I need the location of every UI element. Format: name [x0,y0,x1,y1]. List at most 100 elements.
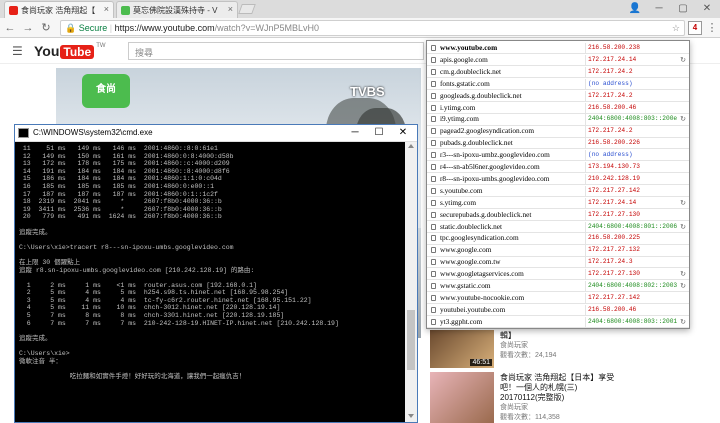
ipvfoo-address: 216.58.200.238 [588,44,640,51]
ipvfoo-row[interactable]: www.gstatic.com 2404:6800:4008:802::2003 ↻ [427,281,689,293]
ipvfoo-row[interactable]: pagead2.googlesyndication.com 172.217.24.… [427,126,689,138]
cmd-close-button[interactable]: ✕ [393,126,413,140]
ipvfoo-row[interactable]: r8---sn-ipoxu-umbs.googlevideo.com 210.24… [427,173,689,186]
ipvfoo-row[interactable]: fonts.gstatic.com (no address) [427,78,689,90]
address-bar[interactable]: 🔒 Secure | https://www.youtube.com/watch… [60,20,685,36]
reload-icon: ↻ [680,282,686,290]
hamburger-menu-icon[interactable]: ☰ [12,44,23,58]
cmd-output[interactable]: 11 51 ms 149 ms 146 ms 2001:4860::8:0:61… [19,145,403,421]
ipvfoo-row[interactable]: i.ytimg.com 216.58.200.46 [427,102,689,114]
url-path: /watch?v=WJnP5MBLvH0 [214,23,319,33]
new-tab-button[interactable] [238,4,256,14]
forward-button[interactable]: → [20,20,36,36]
lock-icon [431,56,436,63]
cmd-maximize-button[interactable]: ☐ [369,126,389,140]
ipvfoo-row[interactable]: www.google.com.tw 172.217.24.3 [427,257,689,269]
ipvfoo-domain: yt3.ggpht.com [440,316,483,326]
ipvfoo-row[interactable]: pubads.g.doubleclick.net 216.58.200.226 [427,138,689,150]
column-divider [585,209,586,220]
scroll-up-icon[interactable] [408,144,414,148]
ipvfoo-domain: r8---sn-ipoxu-umbs.googlevideo.com [440,173,550,183]
recommendation-info[interactable]: 輯】 食尚玩家 觀看次數：24,194 [500,331,680,361]
cmd-title: C:\WINDOWS\system32\cmd.exe [33,128,153,137]
tab-youtube[interactable]: 食尚玩家 浩角翔起【 × [4,1,114,18]
cmd-scrollbar[interactable] [405,142,417,422]
ipvfoo-domain: i9.ytimg.com [440,114,479,124]
recommendation-title: 20170112(完整版) [500,393,565,402]
ipvfoo-extension-icon[interactable]: 4 [688,21,702,35]
cmd-line [19,342,403,350]
ipvfoo-row[interactable]: static.doubleclick.net 2404:6800:4008:801… [427,221,689,233]
cmd-window[interactable]: C:\WINDOWS\system32\cmd.exe ─ ☐ ✕ 11 51 … [14,124,418,423]
column-divider [585,233,586,244]
ipvfoo-row[interactable]: s.youtube.com 172.217.27.142 [427,185,689,198]
recommendation-info[interactable]: 食尚玩家 浩角翔起【日本】享受 吧！一個人的札幌(三) 20170112(完整版… [500,373,690,423]
column-divider [585,221,586,232]
youtube-logo[interactable]: You Tube TW [34,43,106,60]
ipvfoo-row[interactable]: yt3.ggpht.com 2404:6800:4008:803::2001 ↻ [427,316,689,328]
close-tab-icon[interactable]: × [228,4,233,14]
ipvfoo-row[interactable]: youtubei.youtube.com 216.58.200.46 [427,304,689,317]
recommendation-thumbnail[interactable]: 46:51 [430,330,494,368]
ipvfoo-domain: www.googletagservices.com [440,269,524,279]
secure-label: Secure [78,23,108,33]
lock-icon [431,283,436,289]
close-window-button[interactable]: ✕ [696,2,718,16]
video-duration: 46:51 [470,359,492,366]
minimize-button[interactable]: ─ [648,2,670,16]
maximize-button[interactable]: ▢ [672,2,694,16]
cmd-line [19,327,403,335]
chrome-menu-icon[interactable]: ⋮ [704,20,720,36]
cmd-line: C:\Users\xie> [19,350,70,358]
ipvfoo-address: 172.217.24.2 [588,67,633,75]
ipvfoo-row[interactable]: s.ytimg.com 172.217.24.14 ↻ [427,197,689,209]
ipvfoo-row[interactable]: www.googletagservices.com 172.217.27.130 ↻ [427,269,689,281]
column-divider [585,162,586,173]
tab-second[interactable]: 莫忘佛院設漢殊持寺 - V × [116,1,238,18]
column-divider [585,114,586,125]
cmd-line: 17 187 ms 187 ms 187 ms 2001:4860:0:1::1… [19,190,218,198]
broadcaster-logo: TVBS [350,84,385,99]
ipvfoo-row[interactable]: cm.g.doubleclick.net 172.217.24.2 [427,66,689,79]
back-button[interactable]: ← [2,20,18,36]
bookmark-star-icon[interactable]: ☆ [672,21,680,35]
ipvfoo-row[interactable]: apis.google.com 172.217.24.14 ↻ [427,54,689,67]
scroll-down-icon[interactable] [408,414,414,418]
ipvfoo-row[interactable]: www.google.com 172.217.27.132 [427,245,689,257]
channel-logo: 食尚 [82,74,130,108]
reload-button[interactable]: ↻ [38,20,54,36]
recommendation-views: 觀看次數：114,358 [500,414,560,421]
cmd-line: 追蹤 r8.sn-ipoxu-umbs.googlevideo.com [210… [19,266,255,274]
cmd-minimize-button[interactable]: ─ [345,126,365,140]
ipvfoo-row[interactable]: r3---sn-ipoxu-umbz.googlevideo.com (no ad… [427,150,689,162]
lock-icon [431,116,436,123]
column-divider [585,126,586,137]
cmd-line: 20 779 ms 491 ms 1624 ms 2607:f8b0:4000:… [19,213,222,221]
lock-icon [431,187,436,194]
recommendation-thumbnail[interactable] [430,372,494,423]
column-divider [585,138,586,149]
ipvfoo-row[interactable]: googleads.g.doubleclick.net 172.217.24.2 [427,90,689,102]
ipvfoo-row[interactable]: securepubads.g.doubleclick.net 172.217.27… [427,209,689,221]
close-tab-icon[interactable]: × [104,4,109,14]
ipvfoo-address: 2404:6800:4008:803::2001 [588,317,678,325]
cmd-line [19,221,403,229]
ipvfoo-row[interactable]: www.youtube-nocookie.com 172.217.27.142 [427,292,689,305]
ipvfoo-address: 216.58.200.226 [588,139,640,147]
cmd-titlebar[interactable]: C:\WINDOWS\system32\cmd.exe ─ ☐ ✕ [15,125,417,142]
ipvfoo-address: 172.217.27.132 [588,246,640,254]
profile-icon[interactable]: 👤 [624,2,646,16]
scroll-thumb[interactable] [407,310,415,370]
reload-icon: ↻ [680,222,686,231]
ipvfoo-row[interactable]: www.youtube.com 216.58.200.238 [427,43,689,55]
ipvfoo-row[interactable]: r4---sn-ab5l6ner.googlevideo.com 173.194.… [427,162,689,174]
lock-icon [431,128,436,135]
ipvfoo-row[interactable]: i9.ytimg.com 2404:6800:4008:803::200e ↻ [427,114,689,126]
lock-icon [431,271,436,278]
tab-title: 莫忘佛院設漢殊持寺 - V [133,6,218,15]
lock-icon [431,164,436,170]
tab-strip: 食尚玩家 浩角翔起【 × 莫忘佛院設漢殊持寺 - V × 👤 ─ ▢ ✕ [0,0,720,18]
lock-icon [431,199,436,206]
ipvfoo-row[interactable]: tpc.googlesyndication.com 216.58.200.225 [427,233,689,245]
youtube-search-input[interactable]: 搜尋 [128,42,424,60]
